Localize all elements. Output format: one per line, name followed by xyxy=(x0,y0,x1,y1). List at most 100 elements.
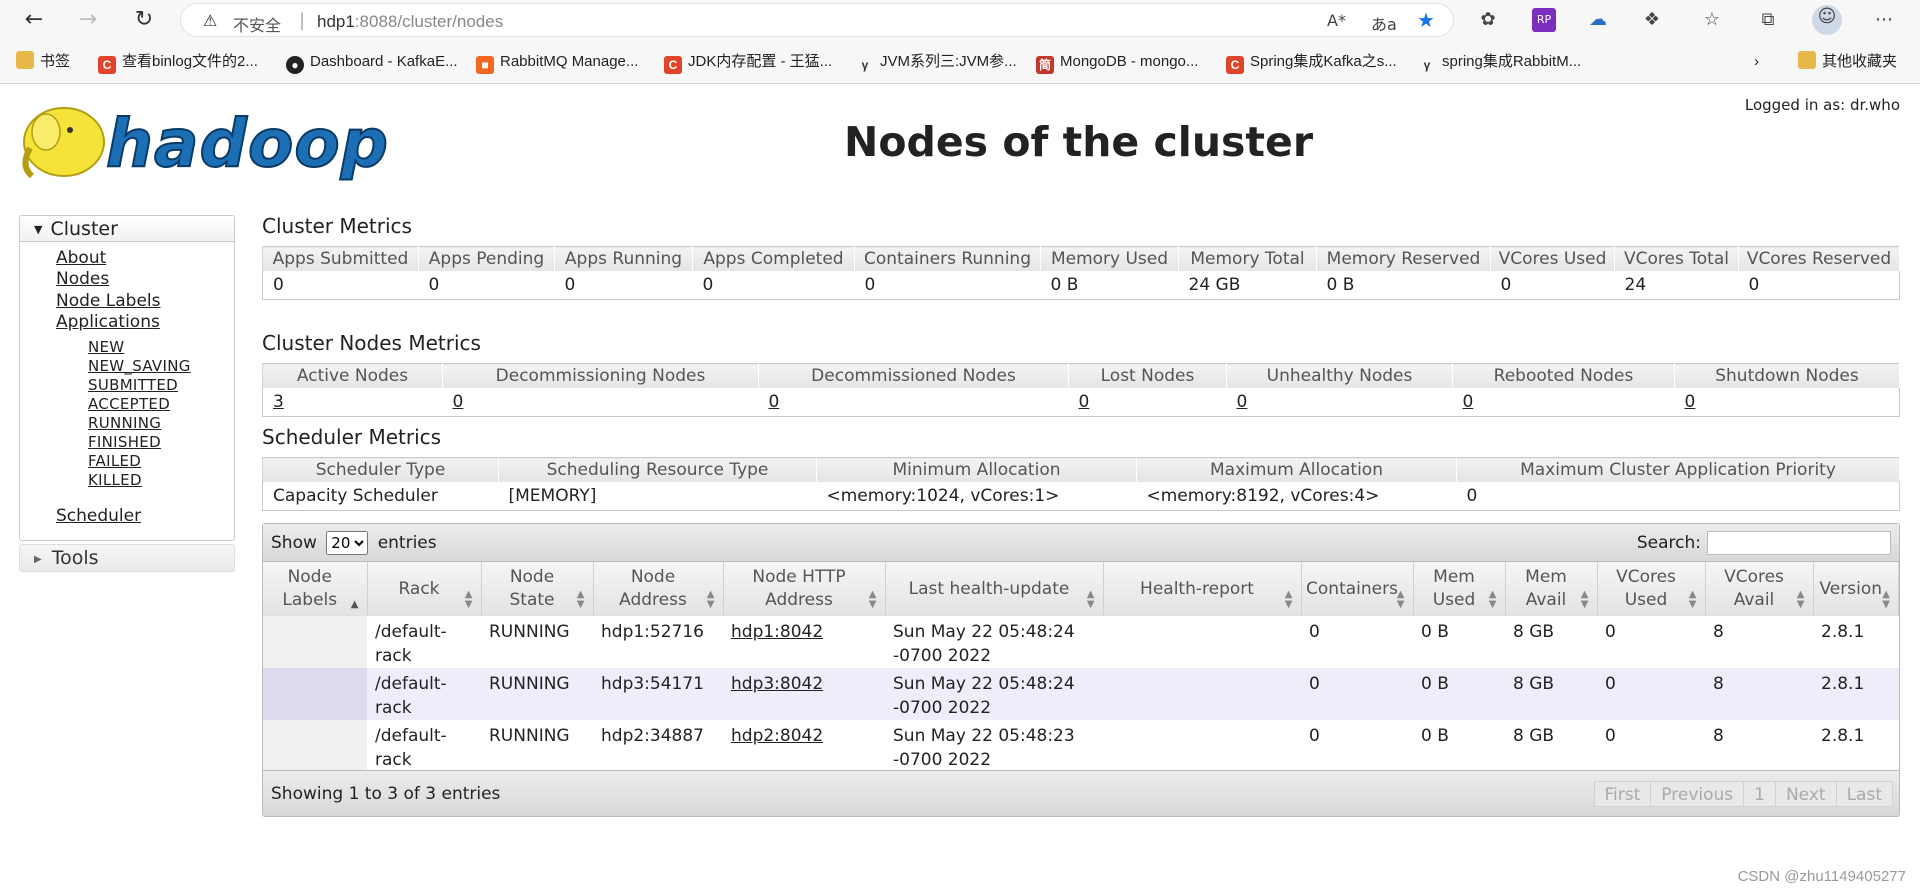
table-row: /default-rack RUNNING hdp1:52716 hdp1:80… xyxy=(263,616,1899,668)
cluster-metrics-table: Apps Submitted Apps Pending Apps Running… xyxy=(262,246,1900,300)
sort-both-icon: ▲ ▼ xyxy=(576,589,585,610)
column-header-node-state[interactable]: Node State ▲ ▼ xyxy=(481,562,594,616)
bookmark-item[interactable]: C 查看binlog文件的2... xyxy=(98,50,258,74)
metrics-value: 0 B xyxy=(1040,271,1179,300)
metrics-value: 0 xyxy=(854,271,1041,300)
node-http-address-link[interactable]: hdp1:8042 xyxy=(723,616,885,668)
sidebar-app-new-saving[interactable]: NEW_SAVING xyxy=(88,357,191,375)
column-header-last-health-update[interactable]: Last health-update ▲ ▼ xyxy=(885,562,1104,616)
unhealthy-nodes-link[interactable]: 0 xyxy=(1226,388,1453,417)
cell-vcores-used: 0 xyxy=(1597,616,1705,668)
logged-in-label: Logged in as: dr.who xyxy=(1744,96,1900,114)
sidebar-app-accepted[interactable]: ACCEPTED xyxy=(88,395,170,413)
bookmark-item[interactable]: C Spring集成Kafka之s... xyxy=(1226,50,1397,74)
sidebar-app-new[interactable]: NEW xyxy=(88,338,124,356)
cell-node-labels xyxy=(263,720,367,772)
shutdown-nodes-link[interactable]: 0 xyxy=(1674,388,1900,417)
more-menu-icon[interactable]: ⋯ xyxy=(1872,8,1896,32)
cell-rack: /default-rack xyxy=(367,616,481,668)
column-header-containers[interactable]: Containers ▲ ▼ xyxy=(1301,562,1414,616)
cluster-section-header[interactable]: ▼ Cluster xyxy=(20,216,234,242)
reload-icon[interactable]: ↻ xyxy=(128,6,160,34)
chevron-right-icon[interactable]: › xyxy=(1754,50,1759,74)
search-input[interactable] xyxy=(1707,531,1891,555)
cell-mem-avail: 8 GB xyxy=(1505,616,1597,668)
sidebar-app-finished[interactable]: FINISHED xyxy=(88,433,161,451)
pager-previous-button[interactable]: Previous xyxy=(1651,782,1745,806)
bookmark-label: JDK内存配置 - 王猛... xyxy=(688,53,833,70)
sidebar-link-node-labels[interactable]: Node Labels xyxy=(56,291,161,311)
cell-node-state: RUNNING xyxy=(481,720,593,772)
cell-vcores-used: 0 xyxy=(1597,720,1705,772)
sort-both-icon: ▲ ▼ xyxy=(1796,589,1805,610)
tools-section-header[interactable]: ▶ Tools xyxy=(19,544,235,572)
decommissioned-nodes-link[interactable]: 0 xyxy=(758,388,1069,417)
collections-icon[interactable]: ⧉ xyxy=(1756,8,1780,32)
column-header-node-http-address[interactable]: Node HTTP Address ▲ ▼ xyxy=(723,562,886,616)
column-header-mem-avail[interactable]: Mem Avail ▲ ▼ xyxy=(1505,562,1598,616)
sidebar-link-scheduler[interactable]: Scheduler xyxy=(56,506,141,526)
column-header-mem-used[interactable]: Mem Used ▲ ▼ xyxy=(1413,562,1506,616)
metrics-header: Lost Nodes xyxy=(1068,363,1227,388)
node-http-address-link[interactable]: hdp2:8042 xyxy=(723,720,885,772)
sidebar-app-running[interactable]: RUNNING xyxy=(88,414,161,432)
profile-avatar[interactable]: ☺ xyxy=(1812,5,1842,35)
metrics-value: [MEMORY] xyxy=(498,482,817,511)
column-header-rack[interactable]: Rack ▲ ▼ xyxy=(367,562,482,616)
pager-last-button[interactable]: Last xyxy=(1837,782,1892,806)
pager-next-button[interactable]: Next xyxy=(1776,782,1837,806)
read-aloud-icon[interactable]: A‏* xyxy=(1327,11,1346,30)
metrics-value: 0 xyxy=(418,271,555,300)
column-header-vcores-used[interactable]: VCores Used ▲ ▼ xyxy=(1597,562,1706,616)
metrics-value: 24 xyxy=(1614,271,1739,300)
metrics-value: 0 xyxy=(554,271,693,300)
metrics-value: <memory:1024, vCores:1> xyxy=(816,482,1137,511)
bookmark-item[interactable]: 简 MongoDB - mongo... xyxy=(1036,50,1198,74)
sidebar-app-killed[interactable]: KILLED xyxy=(88,471,142,489)
decommissioning-nodes-link[interactable]: 0 xyxy=(442,388,759,417)
nodes-datatable: Show 20 entries Search: Node Labels ▲ Rac… xyxy=(262,523,1900,817)
sidebar-app-failed[interactable]: FAILED xyxy=(88,452,141,470)
cell-node-labels xyxy=(263,668,367,720)
cloud-icon[interactable]: ☁ xyxy=(1586,8,1610,32)
folder-icon xyxy=(1798,51,1816,69)
favorite-star-icon[interactable]: ★ xyxy=(1417,8,1435,32)
favorites-icon[interactable]: ☆ xyxy=(1700,8,1724,32)
sidebar-link-about[interactable]: About xyxy=(56,248,106,268)
cell-vcores-used: 0 xyxy=(1597,668,1705,720)
node-http-address-link[interactable]: hdp3:8042 xyxy=(723,668,885,720)
sidebar-link-applications[interactable]: Applications xyxy=(56,312,160,332)
bookmark-item[interactable]: γ JVM系列三:JVM参... xyxy=(856,50,1017,74)
url-host: hdp1 xyxy=(317,12,355,31)
metrics-header: Memory Total xyxy=(1178,246,1317,271)
rp-extension-icon[interactable]: RP xyxy=(1532,8,1556,32)
sidebar-app-submitted[interactable]: SUBMITTED xyxy=(88,376,178,394)
bookmark-item[interactable]: 书签 xyxy=(16,50,70,74)
active-nodes-link[interactable]: 3 xyxy=(262,388,443,417)
forward-icon[interactable]: → xyxy=(72,6,104,34)
extension-icon[interactable]: ✿ xyxy=(1476,8,1500,32)
bookmark-item[interactable]: C JDK内存配置 - 王猛... xyxy=(664,50,832,74)
rebooted-nodes-link[interactable]: 0 xyxy=(1452,388,1675,417)
column-header-vcores-avail[interactable]: VCores Avail ▲ ▼ xyxy=(1705,562,1814,616)
metrics-value: 0 xyxy=(1490,271,1615,300)
address-bar[interactable]: ⚠ 不安全 | hdp1:8088/cluster/nodes A‏* あa ★ xyxy=(180,3,1454,37)
bookmark-item[interactable]: ■ RabbitMQ Manage... xyxy=(476,50,638,74)
sort-both-icon: ▲ ▼ xyxy=(1396,589,1405,610)
pager-page-1-button[interactable]: 1 xyxy=(1744,782,1776,806)
pager-first-button[interactable]: First xyxy=(1595,782,1652,806)
sidebar-link-nodes[interactable]: Nodes xyxy=(56,269,109,289)
back-icon[interactable]: ← xyxy=(18,6,50,34)
lost-nodes-link[interactable]: 0 xyxy=(1068,388,1227,417)
other-bookmarks[interactable]: 其他收藏夹 xyxy=(1798,50,1897,74)
translate-icon[interactable]: あa xyxy=(1371,11,1397,35)
column-header-node-address[interactable]: Node Address ▲ ▼ xyxy=(593,562,724,616)
metrics-value-row: 3 0 0 0 0 0 0 xyxy=(262,388,1900,417)
column-header-node-labels[interactable]: Node Labels ▲ xyxy=(263,562,368,616)
page-size-select[interactable]: 20 xyxy=(326,531,369,555)
bookmark-item[interactable]: ● Dashboard - KafkaE... xyxy=(286,50,458,74)
puzzle-icon[interactable]: ❖ xyxy=(1640,8,1664,32)
bookmark-item[interactable]: γ spring集成RabbitM... xyxy=(1418,50,1582,74)
column-header-version[interactable]: Version ▲ ▼ xyxy=(1813,562,1899,616)
column-header-health-report[interactable]: Health-report ▲ ▼ xyxy=(1103,562,1302,616)
